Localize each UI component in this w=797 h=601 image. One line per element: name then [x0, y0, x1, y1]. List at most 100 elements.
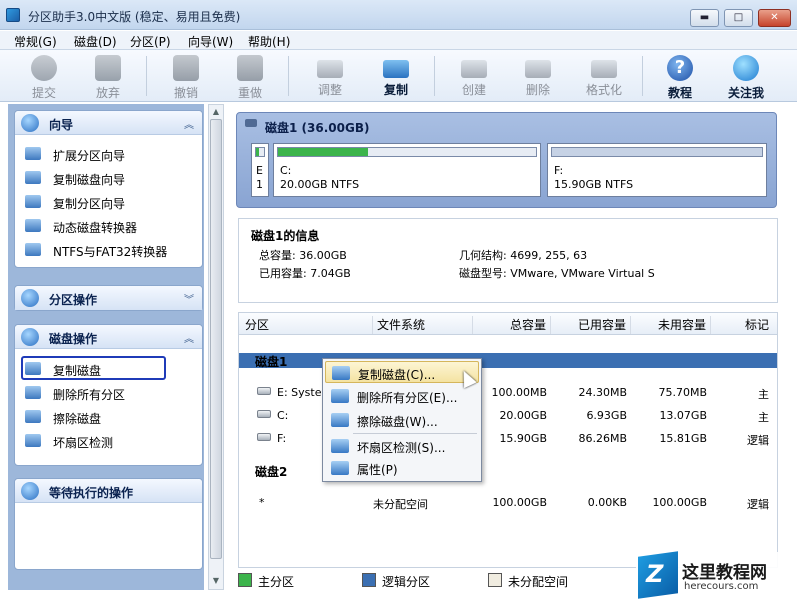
- menu-properties[interactable]: 属性(P): [325, 457, 479, 479]
- menu-general[interactable]: 常规(G): [14, 33, 57, 50]
- wizard-copy-disk[interactable]: 复制磁盘向导: [25, 168, 195, 188]
- wizard-icon: [21, 114, 39, 132]
- scroll-up-icon[interactable]: ▲: [210, 106, 222, 118]
- disk-ops-panel: 磁盘操作 ︽ 复制磁盘 删除所有分区 擦除磁盘 坏扇区检测: [14, 324, 203, 466]
- primary-swatch: [238, 573, 252, 587]
- menu-disk[interactable]: 磁盘(D): [74, 33, 117, 50]
- window-title: 分区助手3.0中文版 (稳定、易用且免费): [28, 10, 241, 24]
- table-row[interactable]: E: Syste 100.00MB 24.30MB 75.70MB 主: [239, 383, 777, 401]
- wizard-panel-title: 向导: [49, 118, 74, 132]
- disk-used-capacity: 已用容量: 7.04GB: [259, 267, 351, 280]
- follow-button[interactable]: 关注我: [718, 52, 774, 100]
- help-icon: ?: [667, 55, 693, 81]
- disk-op-delete-all[interactable]: 删除所有分区: [25, 383, 195, 403]
- logo-letter: Z: [646, 560, 664, 588]
- scroll-down-icon[interactable]: ▼: [210, 575, 222, 587]
- col-filesystem[interactable]: 文件系统: [373, 316, 473, 334]
- minimize-button[interactable]: ▬: [690, 9, 719, 27]
- disk-geometry: 几何结构: 4699, 255, 63: [459, 249, 588, 262]
- redo-icon: [237, 55, 263, 81]
- resize-disk-icon: [317, 60, 343, 78]
- sidebar-scrollbar[interactable]: ▲ ▼: [208, 104, 224, 590]
- col-flag[interactable]: 标记: [711, 316, 775, 334]
- disk-op-wipe[interactable]: 擦除磁盘: [25, 407, 195, 427]
- col-total[interactable]: 总容量: [473, 316, 551, 334]
- watermark-url: herecours.com: [684, 581, 759, 592]
- menu-delete-all-partitions[interactable]: 删除所有分区(E)...: [325, 385, 479, 407]
- pending-ops-title: 等待执行的操作: [49, 486, 134, 500]
- wizard-ntfs-fat32[interactable]: NTFS与FAT32转换器: [25, 240, 195, 260]
- commit-button[interactable]: 提交: [16, 52, 72, 100]
- tutorial-button[interactable]: ? 教程: [652, 52, 708, 100]
- partition-c-block[interactable]: C: 20.00GB NTFS: [273, 143, 541, 197]
- selection-highlight: [21, 356, 166, 380]
- partition-e-usage: [256, 148, 260, 156]
- unallocated-swatch: [488, 573, 502, 587]
- format-button[interactable]: 格式化: [576, 52, 632, 98]
- disk-total-capacity: 总容量: 36.00GB: [259, 249, 347, 262]
- wizard-panel-header[interactable]: 向导 ︽: [15, 111, 202, 135]
- partition-ops-panel: 分区操作 ︾: [14, 285, 203, 311]
- format-icon: [591, 60, 617, 78]
- menu-bar: 常规(G) 磁盘(D) 分区(P) 向导(W) 帮助(H): [0, 31, 797, 50]
- wizard-dynamic-disk[interactable]: 动态磁盘转换器: [25, 216, 195, 236]
- close-button[interactable]: ✕: [758, 9, 791, 27]
- copy-button[interactable]: 复制: [368, 52, 424, 98]
- disk-ops-header[interactable]: 磁盘操作 ︽: [15, 325, 202, 349]
- extend-partition-icon: [25, 147, 41, 160]
- maximize-button[interactable]: □: [724, 9, 753, 27]
- create-button[interactable]: 创建: [446, 52, 502, 98]
- table-row[interactable]: F: 15.90GB 86.26MB 15.81GB 逻辑: [239, 429, 777, 447]
- wizard-extend-partition[interactable]: 扩展分区向导: [25, 144, 195, 164]
- menu-help[interactable]: 帮助(H): [248, 33, 290, 50]
- menu-copy-disk[interactable]: 复制磁盘(C)...: [325, 361, 479, 383]
- scroll-thumb[interactable]: [210, 119, 222, 559]
- collapse-icon[interactable]: ︽: [184, 330, 194, 345]
- table-row[interactable]: C: 20.00GB 6.93GB 13.07GB 主: [239, 406, 777, 424]
- pending-ops-header[interactable]: 等待执行的操作: [15, 479, 202, 503]
- menu-bad-sector-check[interactable]: 坏扇区检测(S)...: [325, 435, 479, 457]
- partition-ops-icon: [21, 289, 39, 307]
- copy-disk-icon: [383, 60, 409, 78]
- menu-partition[interactable]: 分区(P): [130, 33, 171, 50]
- partition-c-label: C:: [280, 164, 292, 177]
- redo-button[interactable]: 重做: [222, 52, 278, 100]
- adjust-button[interactable]: 调整: [302, 52, 358, 98]
- col-used[interactable]: 已用容量: [551, 316, 631, 334]
- expand-icon[interactable]: ︾: [184, 291, 194, 306]
- disk-ops-title: 磁盘操作: [49, 332, 98, 346]
- convert-icon: [25, 243, 41, 256]
- disk-map-panel: 磁盘1 (36.00GB) E 1 C: 20.00GB NTFS F: 15.…: [236, 112, 777, 208]
- undo-icon: [173, 55, 199, 81]
- dynamic-disk-icon: [25, 219, 41, 232]
- partition-e-number: 1: [256, 178, 263, 191]
- bad-sector-icon: [25, 434, 41, 447]
- delete-button[interactable]: 删除: [510, 52, 566, 98]
- copy-disk-icon: [25, 171, 41, 184]
- partition-f-block[interactable]: F: 15.90GB NTFS: [547, 143, 767, 197]
- disk-info-panel: 磁盘1的信息 总容量: 36.00GB 已用容量: 7.04GB 几何结构: 4…: [238, 218, 778, 303]
- undo-button[interactable]: 撤销: [158, 52, 214, 100]
- partition-e-block[interactable]: E 1: [251, 143, 269, 197]
- discard-button[interactable]: 放弃: [80, 52, 136, 100]
- toolbar-separator: [434, 56, 435, 96]
- checkmark-icon: [31, 55, 57, 81]
- wizard-copy-partition[interactable]: 复制分区向导: [25, 192, 195, 212]
- partition-table: 分区 文件系统 总容量 已用容量 未用容量 标记 磁盘1 E: Syste 10…: [238, 312, 778, 568]
- disk2-group-label[interactable]: 磁盘2: [255, 463, 287, 480]
- pending-ops-panel: 等待执行的操作: [14, 478, 203, 570]
- pending-icon: [21, 482, 39, 500]
- copy-disk-icon: [332, 366, 350, 380]
- col-free[interactable]: 未用容量: [631, 316, 711, 334]
- disk-op-bad-sector[interactable]: 坏扇区检测: [25, 431, 195, 451]
- disk1-group-label[interactable]: 磁盘1: [255, 353, 287, 370]
- toolbar-separator: [146, 56, 147, 96]
- partition-ops-header[interactable]: 分区操作 ︾: [15, 286, 202, 310]
- bad-sector-icon: [331, 439, 349, 453]
- menu-wizard[interactable]: 向导(W): [188, 33, 233, 50]
- collapse-icon[interactable]: ︽: [184, 116, 194, 131]
- partition-e-letter: E: [256, 164, 263, 177]
- table-row[interactable]: * 未分配空间 100.00GB 0.00KB 100.00GB 逻辑: [239, 493, 777, 511]
- col-partition[interactable]: 分区: [239, 316, 373, 334]
- menu-wipe-disk[interactable]: 擦除磁盘(W)...: [325, 409, 479, 431]
